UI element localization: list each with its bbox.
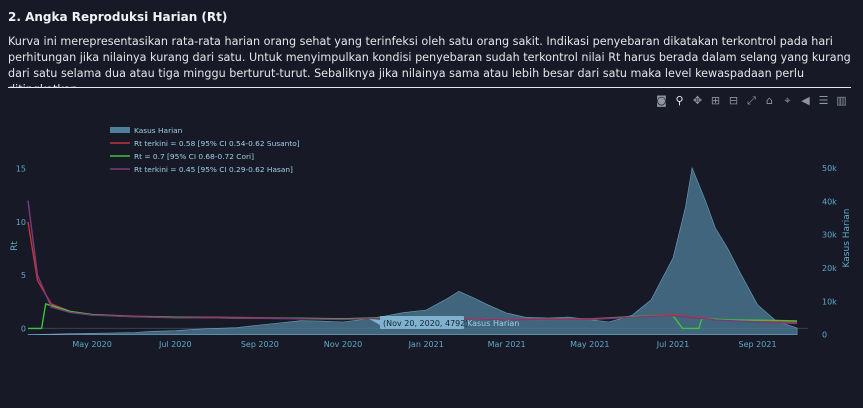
legend-label: Kasus Harian [134, 126, 183, 135]
y2-tick-label: 0 [822, 331, 827, 340]
x-tick-label: Jan 2021 [408, 340, 444, 349]
y-axis-title: Rt [10, 241, 20, 251]
series-area-kasus-harian [27, 166, 798, 335]
x-tick-label: Jul 2020 [158, 340, 192, 349]
x-tick-label: Mar 2021 [488, 340, 526, 349]
x-tick-label: Nov 2020 [324, 340, 363, 349]
y-tick-label: 0 [21, 324, 26, 333]
x-tick-label: Sep 2020 [241, 340, 279, 349]
hover-series: Kasus Harian [467, 319, 519, 328]
x-tick-label: Jul 2021 [656, 340, 690, 349]
y-tick-label: 5 [21, 271, 26, 280]
y-tick-label: 10 [16, 218, 26, 227]
y2-tick-label: 50k [822, 164, 837, 173]
x-tick-label: May 2020 [72, 340, 111, 349]
y2-tick-label: 10k [822, 297, 837, 306]
y2-tick-label: 30k [822, 231, 837, 240]
y2-axis-title: Kasus Harian [842, 209, 852, 268]
legend-label: Rt = 0.7 [95% CI 0.68-0.72 Cori] [134, 152, 254, 161]
x-tick-label: May 2021 [570, 340, 609, 349]
legend-label: Rt terkini = 0.45 [95% CI 0.29-0.62 Hasa… [134, 165, 293, 174]
legend-label: Rt terkini = 0.58 [95% CI 0.54-0.62 Susa… [134, 139, 300, 148]
y2-tick-label: 40k [822, 197, 837, 206]
hover-label: (Nov 20, 2020, 4792) [383, 319, 468, 328]
x-tick-label: Sep 2021 [739, 340, 777, 349]
y2-tick-label: 20k [822, 264, 837, 273]
legend-swatch-area [110, 127, 130, 133]
y-tick-label: 15 [16, 165, 26, 174]
rt-chart[interactable]: 0 5 10 15 0 10k 20k 30k 40k 50k May 2020 Jul 2020 Se… [0, 0, 863, 408]
